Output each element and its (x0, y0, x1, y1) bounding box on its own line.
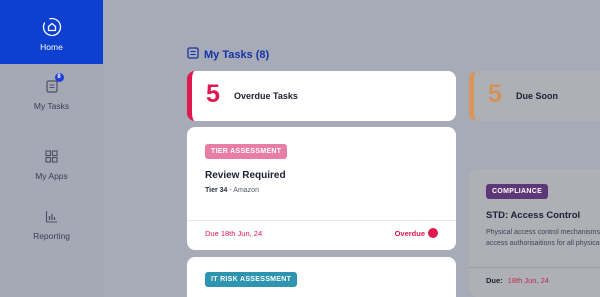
sidebar-item-home[interactable]: Home (0, 0, 103, 64)
divider (469, 267, 600, 268)
main-content: My Tasks (8) 5 Overdue Tasks 5 Due Soon … (103, 0, 600, 297)
task-subtitle: Tier 34 - Amazon (205, 187, 259, 194)
task-type-badge: IT RISK ASSESSMENT (205, 272, 298, 287)
task-due-date: Due 18th Jun, 24 (205, 229, 263, 238)
sidebar-item-label: Home (40, 42, 63, 52)
compliance-title: STD: Access Control (486, 210, 581, 221)
sidebar-item-my-tasks[interactable]: 8 My Tasks (0, 73, 103, 111)
task-type-badge: COMPLIANCE (486, 184, 549, 199)
overdue-label: Overdue Tasks (234, 91, 298, 101)
compliance-description: Physical access control mechanisms acces… (486, 227, 600, 249)
overdue-tasks-card[interactable]: 5 Overdue Tasks (187, 71, 456, 121)
tasks-count-badge: 8 (54, 73, 64, 82)
grid-icon (42, 146, 62, 166)
task-vendor: - Amazon (227, 187, 259, 194)
task-card[interactable]: TIER ASSESSMENT Review Required Tier 34 … (187, 127, 456, 250)
sidebar-item-reporting[interactable]: Reporting (0, 206, 103, 241)
compliance-card[interactable]: COMPLIANCE STD: Access Control Physical … (469, 169, 600, 297)
compliance-description-line: access authorisaitions for all physica (486, 240, 600, 247)
due-soon-card[interactable]: 5 Due Soon (469, 71, 600, 121)
task-type-badge: TIER ASSESSMENT (205, 144, 288, 159)
task-status: Overdue (394, 229, 425, 238)
home-icon (42, 17, 62, 37)
due-label: Due: (486, 276, 503, 285)
compliance-due: Due: 18th Jun, 24 (486, 276, 549, 285)
overdue-count: 5 (206, 80, 220, 108)
sidebar: Home 8 My Tasks My Apps Reporting (0, 0, 103, 297)
task-card[interactable]: IT RISK ASSESSMENT (187, 257, 456, 297)
sidebar-item-label: Reporting (33, 231, 70, 241)
compliance-description-line: Physical access control mechanisms (486, 229, 600, 236)
status-dot-icon (428, 228, 438, 238)
tasks-icon (187, 47, 199, 62)
divider (187, 220, 456, 221)
due-soon-count: 5 (488, 80, 502, 108)
tasks-icon: 8 (42, 73, 64, 96)
bar-chart-icon (42, 206, 62, 226)
sidebar-item-my-apps[interactable]: My Apps (0, 146, 103, 181)
due-date: 18th Jun, 24 (507, 276, 549, 285)
task-tier: Tier 34 (205, 187, 228, 194)
task-title: Review Required (205, 170, 286, 181)
due-soon-label: Due Soon (516, 91, 558, 101)
sidebar-item-label: My Apps (35, 171, 68, 181)
page-title-text: My Tasks (8) (204, 48, 270, 61)
sidebar-item-label: My Tasks (33, 101, 70, 111)
page-title: My Tasks (8) (187, 47, 269, 62)
